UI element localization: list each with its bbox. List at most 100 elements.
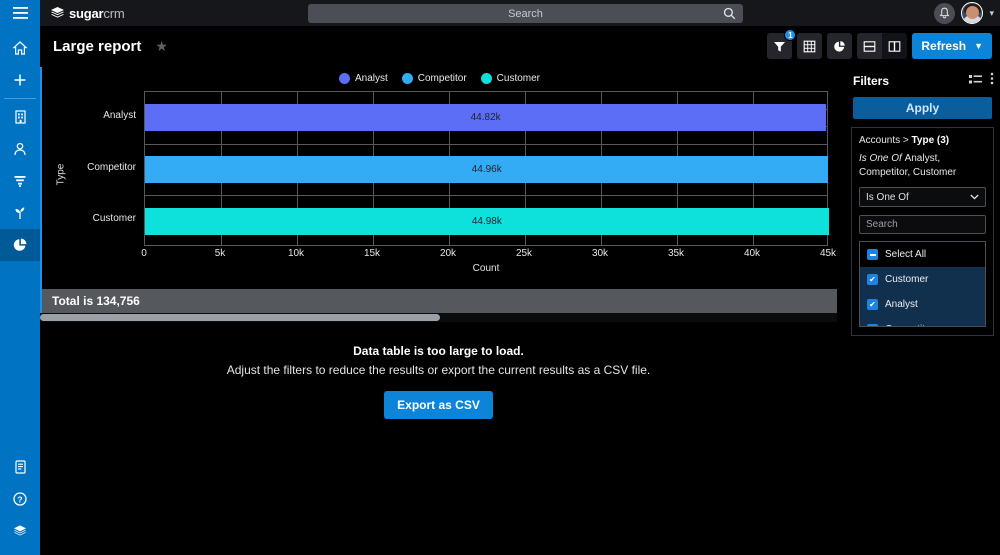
- filter-option-label: Customer: [885, 274, 928, 285]
- chart-legend: Analyst Competitor Customer: [42, 67, 837, 84]
- table-message-title: Data table is too large to load.: [40, 344, 837, 358]
- apply-filters-button[interactable]: Apply: [853, 97, 992, 119]
- chevron-down-icon[interactable]: ▾: [989, 8, 994, 19]
- x-axis-tick-label: 5k: [215, 248, 226, 259]
- more-vertical-icon[interactable]: [990, 72, 994, 90]
- refresh-button[interactable]: Refresh ▼: [912, 33, 992, 59]
- person-icon: [12, 141, 28, 157]
- scrollbar-thumb[interactable]: [40, 314, 440, 321]
- report-toolbar: 1 Refresh ▼: [767, 33, 992, 59]
- filter-search-input[interactable]: Search: [859, 215, 986, 234]
- sidebar-item-reports[interactable]: [0, 229, 40, 261]
- sidebar-item-documents[interactable]: [0, 451, 40, 483]
- layers-icon: [12, 523, 28, 539]
- x-axis-tick-label: 25k: [516, 248, 532, 259]
- refresh-label: Refresh: [921, 39, 966, 53]
- filter-option-row[interactable]: Select All: [860, 242, 985, 267]
- layout-horizontal-button[interactable]: [857, 33, 882, 59]
- export-csv-button[interactable]: Export as CSV: [384, 391, 493, 419]
- y-axis-categories: AnalystCompetitorCustomer: [60, 91, 140, 246]
- chart-bar[interactable]: 44.82k: [145, 104, 826, 131]
- brand-name: sugarcrm: [69, 6, 124, 21]
- legend-color-swatch: [402, 73, 413, 84]
- star-icon[interactable]: ★: [155, 38, 168, 55]
- filters-header: Filters: [845, 67, 1000, 95]
- grid-line-horizontal: [145, 195, 827, 196]
- x-axis-ticks: 05k10k15k20k25k30k35k40k45k: [144, 248, 828, 262]
- operator-select[interactable]: Is One Of: [859, 187, 986, 207]
- chart-view-button[interactable]: [827, 33, 852, 59]
- legend-item[interactable]: Analyst: [339, 73, 388, 84]
- sugarcrm-logo-icon: [50, 6, 65, 20]
- chevron-down-icon: ▼: [974, 41, 983, 51]
- search-icon[interactable]: [723, 7, 736, 25]
- sidebar-item-home[interactable]: [0, 32, 40, 64]
- home-icon: [12, 40, 28, 56]
- document-icon: [13, 459, 28, 475]
- layout-horizontal-icon: [863, 40, 876, 53]
- checkbox[interactable]: ✔: [867, 299, 878, 310]
- sidebar-divider: [4, 98, 36, 99]
- filter-option-label: Select All: [885, 249, 926, 260]
- filter-icon: [773, 40, 786, 53]
- sidebar-item-accounts[interactable]: [0, 101, 40, 133]
- filter-options-list[interactable]: Select All✔Customer✔Analyst✔CompetitorIn…: [859, 241, 986, 327]
- x-axis-tick-label: 30k: [592, 248, 608, 259]
- svg-text:?: ?: [17, 494, 22, 504]
- brand-name-suffix: crm: [103, 6, 124, 21]
- x-axis-tick-label: 10k: [288, 248, 304, 259]
- page-header: Large report ★ 1 Refresh ▼: [40, 26, 1000, 67]
- brand-logo[interactable]: sugarcrm: [40, 6, 124, 21]
- y-axis-tick-label: Analyst: [103, 110, 136, 121]
- legend-item[interactable]: Competitor: [402, 73, 467, 84]
- filter-option-row[interactable]: ✔ Customer: [860, 267, 985, 292]
- left-sidebar: ?: [0, 0, 40, 555]
- filter-option-label: Competitor: [885, 324, 934, 327]
- bar-value-label: 44.82k: [471, 112, 501, 123]
- pie-chart-icon: [833, 40, 846, 53]
- sprout-icon: [12, 205, 28, 221]
- sidebar-item-create[interactable]: [0, 64, 40, 96]
- legend-label: Competitor: [418, 73, 467, 84]
- global-search-input[interactable]: Search: [308, 4, 743, 23]
- checkbox[interactable]: [867, 249, 878, 260]
- legend-item[interactable]: Customer: [481, 73, 540, 84]
- bar-value-label: 44.98k: [472, 216, 502, 227]
- pie-chart-icon: [12, 237, 28, 253]
- table-message-subtitle: Adjust the filters to reduce the results…: [40, 363, 837, 377]
- filter-search-placeholder: Search: [866, 219, 898, 230]
- user-avatar[interactable]: [961, 2, 983, 24]
- horizontal-scrollbar[interactable]: [40, 313, 837, 322]
- help-icon: ?: [12, 491, 28, 507]
- sidebar-item-opportunities[interactable]: [0, 197, 40, 229]
- list-view-icon[interactable]: [969, 72, 982, 90]
- hamburger-icon[interactable]: [0, 0, 40, 26]
- notifications-button[interactable]: [934, 3, 955, 24]
- legend-label: Customer: [497, 73, 540, 84]
- operator-select-value: Is One Of: [866, 192, 970, 203]
- data-table-area: Data table is too large to load. Adjust …: [40, 322, 837, 555]
- filter-option-row[interactable]: ✔ Competitor: [860, 317, 985, 327]
- sidebar-item-leads[interactable]: [0, 165, 40, 197]
- checkbox[interactable]: ✔: [867, 274, 878, 285]
- total-summary-bar: Total is 134,756: [40, 289, 837, 313]
- chart-bar[interactable]: 44.98k: [145, 208, 829, 235]
- filter-button[interactable]: 1: [767, 33, 792, 59]
- sidebar-item-modules[interactable]: [0, 515, 40, 547]
- legend-color-swatch: [339, 73, 350, 84]
- filter-option-label: Analyst: [885, 299, 918, 310]
- grid-icon: [803, 40, 816, 53]
- sidebar-item-contacts[interactable]: [0, 133, 40, 165]
- filter-condition: Is One Of Analyst, Competitor, Customer: [859, 152, 986, 179]
- filter-option-row[interactable]: ✔ Analyst: [860, 292, 985, 317]
- search-placeholder: Search: [508, 8, 543, 20]
- funnel-icon: [12, 173, 28, 189]
- x-axis-tick-label: 40k: [744, 248, 760, 259]
- top-right-group: ▾: [934, 2, 994, 24]
- layout-vertical-button[interactable]: [882, 33, 907, 59]
- sidebar-item-help[interactable]: ?: [0, 483, 40, 515]
- grid-view-button[interactable]: [797, 33, 822, 59]
- chart-bar[interactable]: 44.96k: [145, 156, 828, 183]
- checkbox[interactable]: ✔: [867, 324, 878, 327]
- chart-plot-area: Type AnalystCompetitorCustomer 44.82k44.…: [42, 91, 839, 266]
